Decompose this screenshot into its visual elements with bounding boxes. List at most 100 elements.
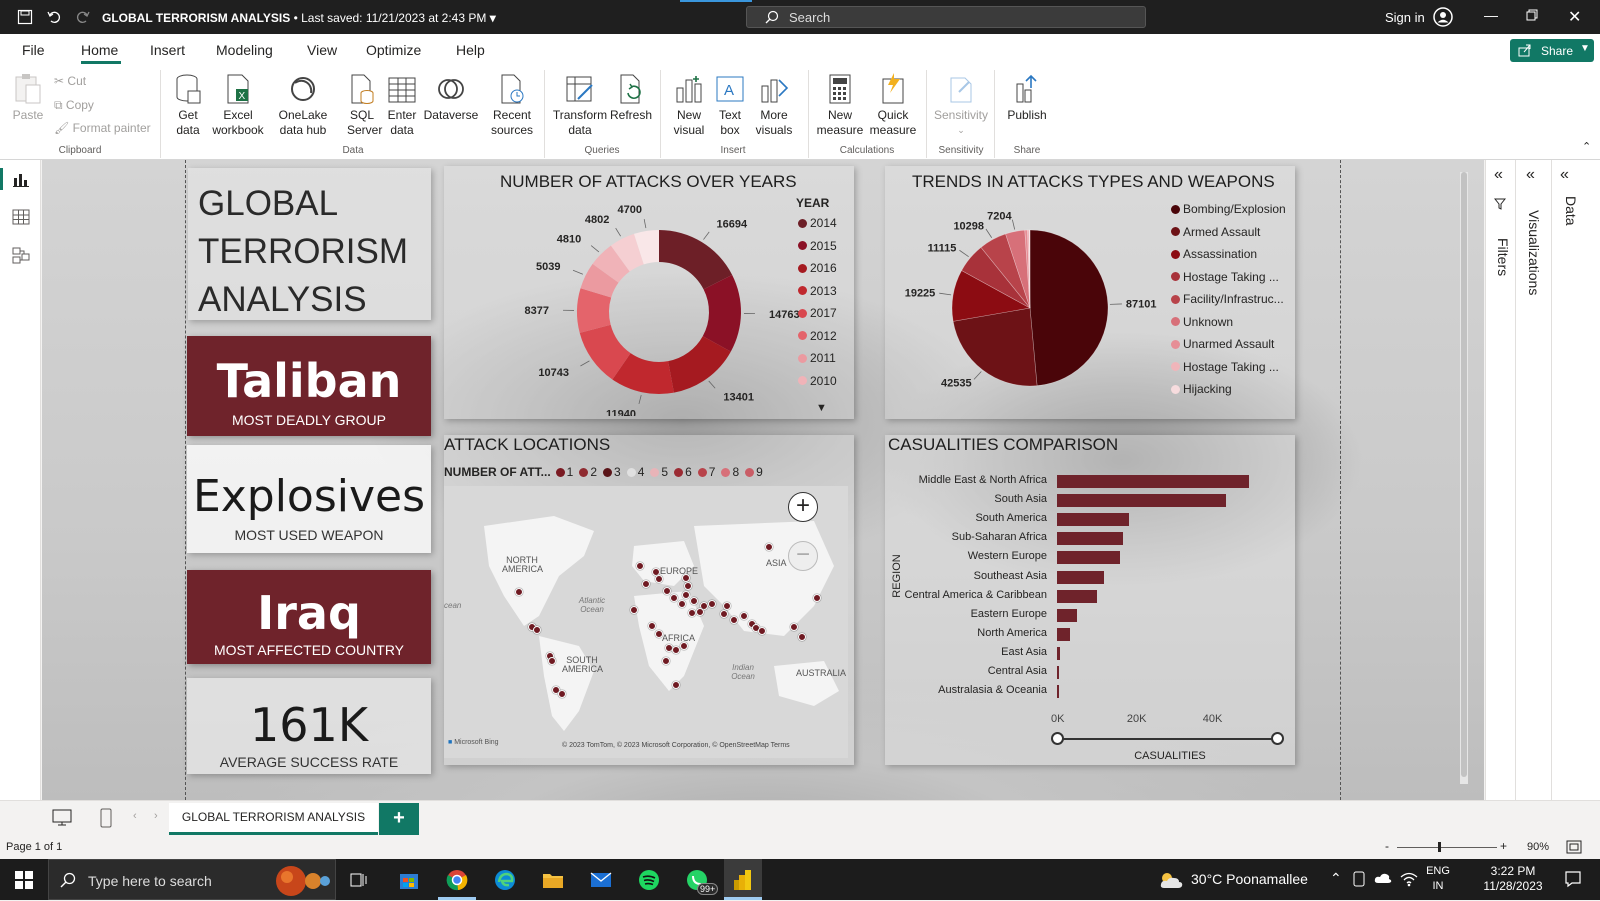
get-data-button[interactable]: Get data [168, 72, 208, 138]
map-area[interactable]: NORTH AMERICA SOUTH AMERICA EUROPE AFRIC… [444, 486, 848, 758]
menu-help[interactable]: Help [456, 42, 485, 58]
kpi-card-deadly-group[interactable]: Taliban MOST DEADLY GROUP [187, 336, 431, 436]
bar[interactable] [1057, 513, 1129, 526]
legend-item[interactable]: 2010 [798, 374, 837, 388]
map-point[interactable] [663, 587, 671, 595]
map-point[interactable] [798, 633, 806, 641]
map-legend-item[interactable]: 4 [627, 465, 645, 479]
windows-start-icon[interactable] [15, 871, 33, 892]
recent-sources-button[interactable]: Recent sources [484, 72, 540, 138]
new-visual-button[interactable]: New visual [666, 72, 712, 138]
zoom-out-button[interactable]: − [788, 541, 818, 571]
paste-button[interactable]: Paste [10, 72, 46, 123]
kpi-card-weapon[interactable]: Explosives MOST USED WEAPON [187, 445, 431, 553]
map-point[interactable] [558, 690, 566, 698]
donut-chart-visual[interactable]: NUMBER OF ATTACKS OVER YEARS 16694147631… [444, 166, 854, 419]
transform-data-button[interactable]: Transform data [551, 72, 609, 138]
map-point[interactable] [758, 627, 766, 635]
bar-chart-visual[interactable]: CASUALITIES COMPARISON Middle East & Nor… [885, 435, 1295, 765]
map-point[interactable] [696, 608, 704, 616]
bar[interactable] [1057, 628, 1070, 641]
map-legend-item[interactable]: 9 [745, 465, 763, 479]
excel-workbook-button[interactable]: X Excel workbook [210, 72, 266, 138]
account-icon[interactable] [1433, 7, 1453, 30]
map-point[interactable] [740, 612, 748, 620]
map-point[interactable] [533, 626, 541, 634]
redo-icon[interactable] [74, 8, 92, 26]
language-indicator[interactable]: ENG IN [1424, 864, 1452, 894]
onelake-button[interactable]: OneLake data hub [266, 72, 340, 138]
report-canvas[interactable]: GLOBAL TERRORISM ANALYSIS Taliban MOST D… [42, 160, 1484, 800]
kpi-card-country[interactable]: Iraq MOST AFFECTED COUNTRY [187, 570, 431, 664]
chevron-up-icon[interactable]: ⌃ [1330, 870, 1342, 887]
legend-item[interactable]: Bombing/Explosion [1171, 202, 1286, 216]
desktop-layout-icon[interactable] [52, 809, 72, 830]
share-button[interactable]: Share ▼ [1510, 39, 1594, 62]
map-point[interactable] [690, 597, 698, 605]
map-legend-item[interactable]: 2 [579, 465, 597, 479]
legend-item[interactable]: Unarmed Assault [1171, 337, 1274, 351]
onedrive-icon[interactable] [1374, 872, 1392, 887]
bar[interactable] [1057, 475, 1249, 488]
sql-server-button[interactable]: SQL Server [344, 72, 380, 138]
report-title-card[interactable]: GLOBAL TERRORISM ANALYSIS [188, 168, 431, 320]
map-point[interactable] [765, 543, 773, 551]
range-slider-max-handle[interactable] [1271, 732, 1284, 745]
legend-item[interactable]: Hostage Taking ... [1171, 360, 1279, 374]
bar[interactable] [1057, 494, 1226, 507]
copy-button[interactable]: ⧉ Copy [54, 98, 94, 113]
map-point[interactable] [813, 594, 821, 602]
map-point[interactable] [688, 609, 696, 617]
map-legend-item[interactable]: 5 [650, 465, 668, 479]
clock[interactable]: 3:22 PM 11/28/2023 [1478, 864, 1548, 894]
canvas-scrollbar[interactable] [1460, 172, 1468, 784]
legend-item[interactable]: 2012 [798, 329, 837, 343]
map-point[interactable] [670, 594, 678, 602]
data-pane[interactable]: « Data [1552, 160, 1600, 800]
zoom-slider-thumb[interactable] [1438, 842, 1441, 852]
meet-icon[interactable] [1352, 871, 1366, 890]
mail-icon[interactable] [590, 870, 612, 893]
menu-home[interactable]: Home [81, 42, 118, 58]
new-measure-button[interactable]: New measure [814, 72, 866, 138]
report-view-icon[interactable] [12, 170, 30, 191]
quick-measure-button[interactable]: Quick measure [866, 72, 920, 138]
map-point[interactable] [655, 575, 663, 583]
map-attribution[interactable]: © 2023 TomTom, © 2023 Microsoft Corporat… [562, 742, 790, 749]
legend-item[interactable]: Hijacking [1171, 382, 1232, 396]
expand-icon[interactable]: « [1526, 166, 1535, 184]
map-legend-item[interactable]: 6 [674, 465, 692, 479]
fit-to-page-icon[interactable] [1566, 840, 1582, 857]
undo-icon[interactable] [45, 8, 63, 26]
spotify-icon[interactable] [638, 869, 660, 894]
close-icon[interactable]: ✕ [1568, 7, 1581, 27]
map-point[interactable] [682, 574, 690, 582]
donut-chart[interactable]: 1669414763134011194010743837750394810480… [444, 196, 854, 416]
menu-insert[interactable]: Insert [150, 42, 185, 58]
format-painter-button[interactable]: 🖌 Format painter [54, 121, 151, 135]
menu-file[interactable]: File [22, 42, 45, 58]
legend-scroll-down-icon[interactable]: ▼ [816, 402, 827, 414]
expand-icon[interactable]: « [1560, 166, 1569, 184]
map-point[interactable] [662, 657, 670, 665]
map-point[interactable] [642, 580, 650, 588]
chevron-down-icon[interactable]: ▾ [490, 11, 496, 25]
minimize-icon[interactable]: — [1484, 7, 1498, 23]
map-point[interactable] [672, 646, 680, 654]
file-explorer-icon[interactable] [542, 869, 564, 894]
map-point[interactable] [515, 588, 523, 596]
task-view-icon[interactable] [350, 871, 368, 892]
legend-item[interactable]: Hostage Taking ... [1171, 270, 1279, 284]
map-point[interactable] [790, 623, 798, 631]
map-legend-item[interactable]: 7 [698, 465, 716, 479]
dataverse-button[interactable]: Dataverse [421, 72, 481, 123]
map-point[interactable] [680, 642, 688, 650]
map-legend-item[interactable]: 8 [721, 465, 739, 479]
map-point[interactable] [678, 600, 686, 608]
legend-item[interactable]: Facility/Infrastruc... [1171, 292, 1284, 306]
map-point[interactable] [648, 622, 656, 630]
map-legend-item[interactable]: 1 [556, 465, 574, 479]
next-page-icon[interactable]: › [154, 810, 158, 822]
legend-item[interactable]: Assassination [1171, 247, 1257, 261]
map-point[interactable] [548, 657, 556, 665]
